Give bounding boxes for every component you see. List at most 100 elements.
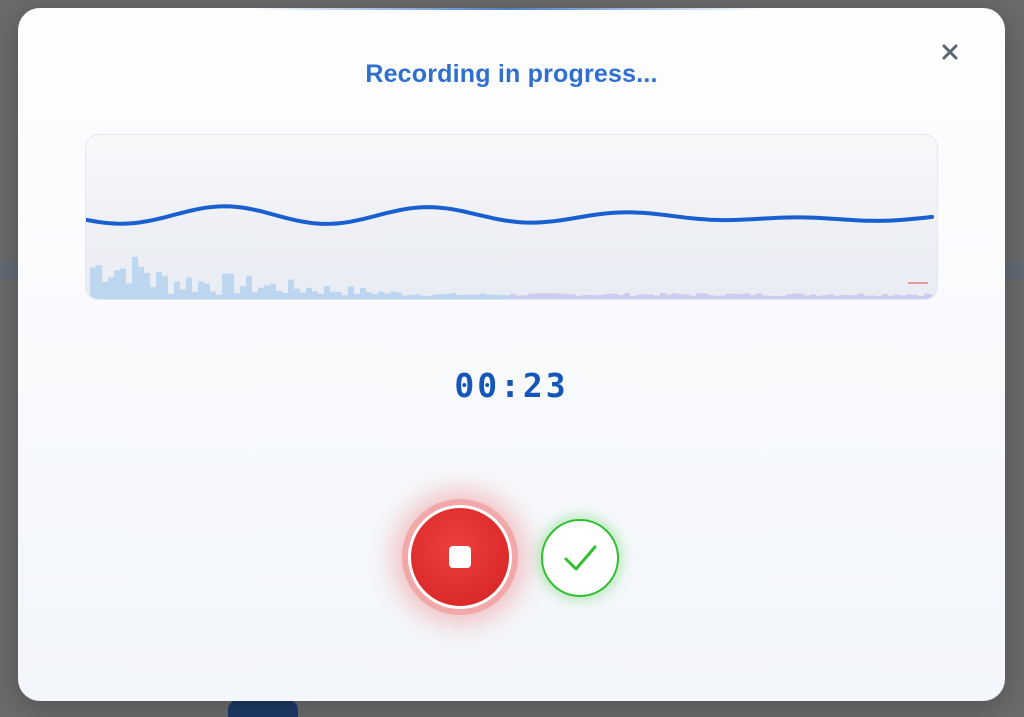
level-bar bbox=[420, 295, 426, 299]
level-bar bbox=[360, 287, 366, 299]
level-bar bbox=[480, 293, 486, 299]
level-bar bbox=[534, 293, 540, 299]
level-bar bbox=[894, 294, 900, 299]
level-bar bbox=[312, 291, 318, 299]
backdrop-element bbox=[228, 700, 298, 717]
waveform-line bbox=[86, 204, 934, 226]
level-bar bbox=[468, 294, 474, 299]
level-bar bbox=[132, 256, 138, 299]
level-bar bbox=[882, 294, 888, 299]
level-bar bbox=[222, 273, 228, 299]
level-bar bbox=[906, 294, 912, 299]
level-bar bbox=[378, 291, 384, 299]
level-bar bbox=[276, 290, 282, 299]
level-bar bbox=[516, 295, 522, 299]
level-bar bbox=[180, 289, 186, 299]
level-bar bbox=[930, 294, 936, 299]
recording-dialog: Recording in progress... 00:23 bbox=[18, 8, 1005, 701]
level-bar bbox=[912, 294, 918, 299]
level-bar bbox=[642, 294, 648, 299]
level-bar bbox=[828, 294, 834, 299]
level-bar bbox=[510, 293, 516, 299]
level-bar bbox=[606, 293, 612, 299]
level-bar bbox=[720, 295, 726, 299]
level-bar bbox=[150, 287, 156, 299]
level-bar bbox=[756, 293, 762, 299]
level-bar bbox=[558, 293, 564, 299]
level-bar bbox=[738, 293, 744, 299]
dialog-title: Recording in progress... bbox=[365, 60, 658, 88]
level-bar bbox=[126, 283, 132, 299]
level-bar bbox=[672, 293, 678, 299]
level-bar bbox=[870, 295, 876, 299]
level-bar bbox=[564, 294, 570, 299]
level-bar bbox=[714, 295, 720, 299]
level-bar bbox=[852, 295, 858, 299]
level-bar bbox=[864, 295, 870, 299]
level-bar bbox=[246, 275, 252, 299]
level-bar bbox=[186, 277, 192, 299]
level-bar bbox=[138, 266, 144, 299]
level-bar bbox=[648, 294, 654, 299]
level-bar bbox=[708, 295, 714, 299]
level-bar bbox=[294, 288, 300, 299]
level-bar bbox=[348, 286, 354, 299]
level-bar bbox=[780, 295, 786, 299]
level-bar bbox=[486, 294, 492, 299]
level-bar bbox=[300, 292, 306, 299]
level-bar bbox=[576, 295, 582, 299]
level-bar bbox=[210, 291, 216, 299]
level-bar bbox=[690, 295, 696, 299]
level-bar bbox=[918, 295, 924, 299]
level-bar bbox=[402, 295, 408, 299]
level-bar bbox=[774, 295, 780, 299]
level-bar bbox=[192, 291, 198, 299]
level-bar bbox=[156, 272, 162, 299]
level-bar bbox=[834, 295, 840, 299]
level-bar bbox=[432, 294, 438, 299]
level-bar bbox=[174, 281, 180, 299]
level-bar bbox=[456, 295, 462, 299]
level-bar bbox=[144, 272, 150, 299]
level-bar bbox=[900, 295, 906, 299]
level-bar bbox=[336, 291, 342, 299]
level-bar bbox=[258, 287, 264, 299]
stop-recording-button[interactable] bbox=[402, 499, 518, 615]
level-bar bbox=[786, 294, 792, 299]
level-bar bbox=[462, 294, 468, 299]
level-bar bbox=[684, 294, 690, 299]
level-bar bbox=[198, 281, 204, 299]
level-bar bbox=[282, 293, 288, 299]
audio-level-bars bbox=[90, 256, 936, 299]
level-bar bbox=[582, 295, 588, 299]
level-bar bbox=[396, 292, 402, 299]
recording-timer: 00:23 bbox=[454, 366, 569, 405]
level-bar bbox=[624, 293, 630, 299]
waveform-panel bbox=[85, 134, 938, 300]
level-bar bbox=[390, 291, 396, 299]
level-bar bbox=[264, 285, 270, 299]
level-bar bbox=[570, 294, 576, 299]
waveform-visualization bbox=[86, 204, 936, 299]
level-bar bbox=[612, 293, 618, 299]
level-bar bbox=[696, 293, 702, 299]
level-bar bbox=[816, 295, 822, 299]
level-bar bbox=[306, 287, 312, 299]
level-bar bbox=[726, 293, 732, 299]
level-bar bbox=[924, 293, 930, 299]
level-bar bbox=[762, 295, 768, 299]
level-bar bbox=[588, 294, 594, 299]
level-bar bbox=[504, 295, 510, 299]
level-bar bbox=[234, 293, 240, 299]
level-bar bbox=[120, 268, 126, 299]
level-bar bbox=[594, 295, 600, 299]
level-bar bbox=[768, 295, 774, 299]
level-bar bbox=[324, 286, 330, 299]
level-bar bbox=[240, 286, 246, 299]
confirm-button[interactable] bbox=[541, 519, 619, 597]
level-bar bbox=[522, 295, 528, 299]
level-bar bbox=[228, 273, 234, 299]
level-bar bbox=[654, 295, 660, 299]
dialog-top-accent bbox=[248, 8, 768, 10]
level-bar bbox=[660, 292, 666, 299]
